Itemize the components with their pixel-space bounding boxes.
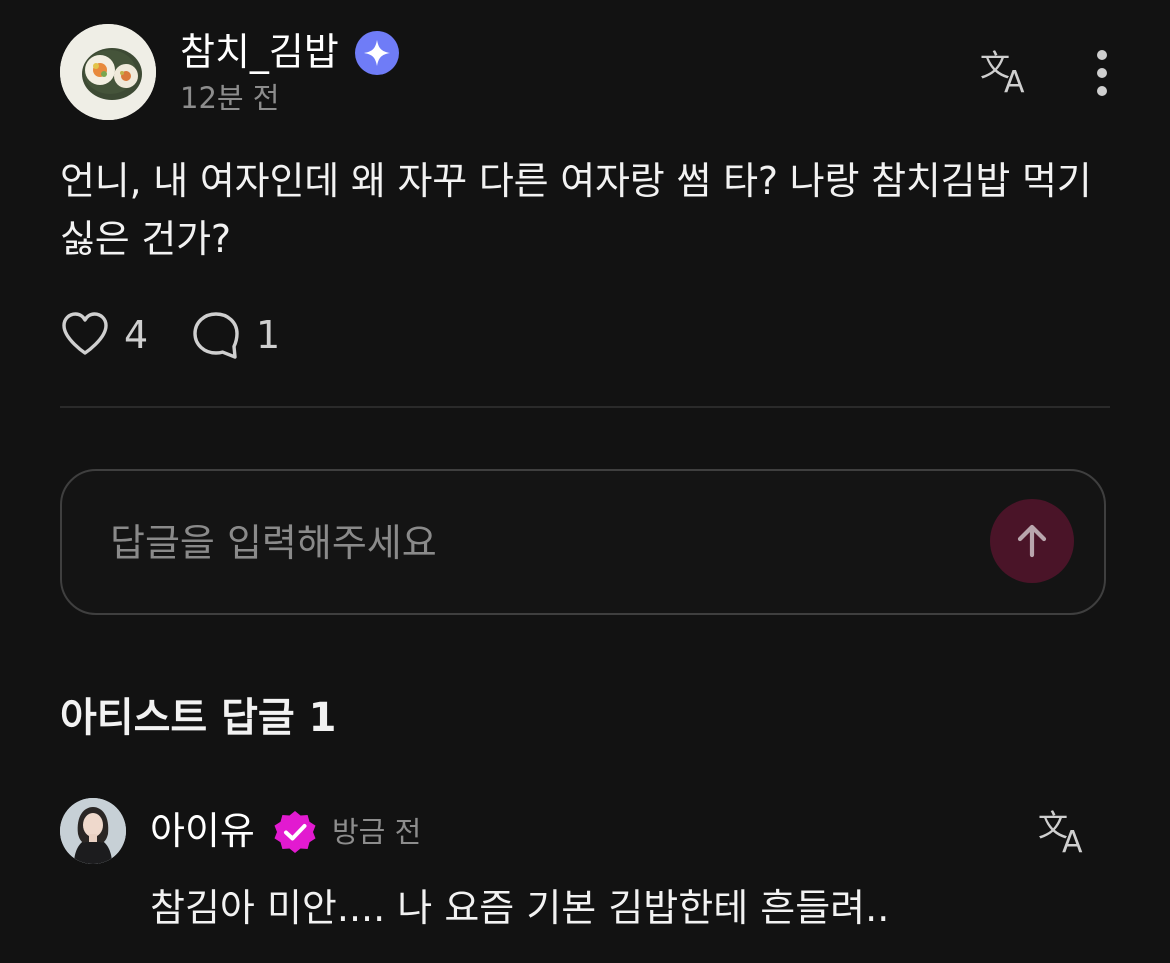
- more-dot: [1097, 86, 1107, 96]
- translate-icon: 文 A: [1038, 809, 1083, 860]
- svg-text:A: A: [1004, 65, 1025, 96]
- reply-text: 참김아 미안.... 나 요즘 기본 김밥한테 흔들려..: [150, 886, 890, 930]
- reply-box: [60, 469, 1106, 615]
- translate-button[interactable]: 文 A: [978, 48, 1034, 100]
- avatar[interactable]: [60, 24, 156, 120]
- kimbap-avatar-icon: [60, 24, 156, 120]
- post-body: 언니, 내 여자인데 왜 자꾸 다른 여자랑 썸 타? 나랑 참치김밥 먹기 싫…: [60, 159, 1092, 261]
- comment-bubble-icon: [193, 312, 239, 359]
- heart-icon: [62, 312, 108, 355]
- svg-text:A: A: [1062, 825, 1083, 856]
- translate-button[interactable]: 文 A: [1036, 808, 1092, 860]
- verified-badge-icon: [274, 811, 316, 853]
- translate-icon: 文 A: [980, 49, 1025, 100]
- post-timestamp: 12분 전: [180, 81, 280, 115]
- post-header: 참치_김밥 12분 전 文 A: [60, 24, 1110, 122]
- artist-name[interactable]: 아이유: [150, 806, 255, 856]
- divider: [60, 406, 1110, 408]
- author-name[interactable]: 참치_김밥: [180, 28, 339, 76]
- like-count: 4: [124, 313, 149, 357]
- like-button[interactable]: 4: [60, 306, 152, 364]
- reply-timestamp: 방금 전: [332, 815, 422, 849]
- artist-avatar-icon: [60, 798, 126, 864]
- sparkle-badge-icon: [355, 31, 399, 75]
- send-button[interactable]: [990, 499, 1074, 583]
- more-options-button[interactable]: [1084, 48, 1120, 98]
- artist-replies-title: 아티스트 답글 1: [60, 695, 337, 741]
- more-dot: [1097, 68, 1107, 78]
- arrow-up-icon: [1017, 524, 1047, 558]
- artist-reply: 아이유 방금 전 文 A 참김아 미안.... 나 요즘 기본 김밥한테 흔들려…: [60, 798, 1110, 958]
- more-vertical-icon: [1097, 50, 1107, 60]
- avatar[interactable]: [60, 798, 126, 864]
- comment-count: 1: [256, 313, 281, 357]
- comment-button[interactable]: 1: [190, 306, 280, 364]
- reply-input[interactable]: [110, 513, 970, 573]
